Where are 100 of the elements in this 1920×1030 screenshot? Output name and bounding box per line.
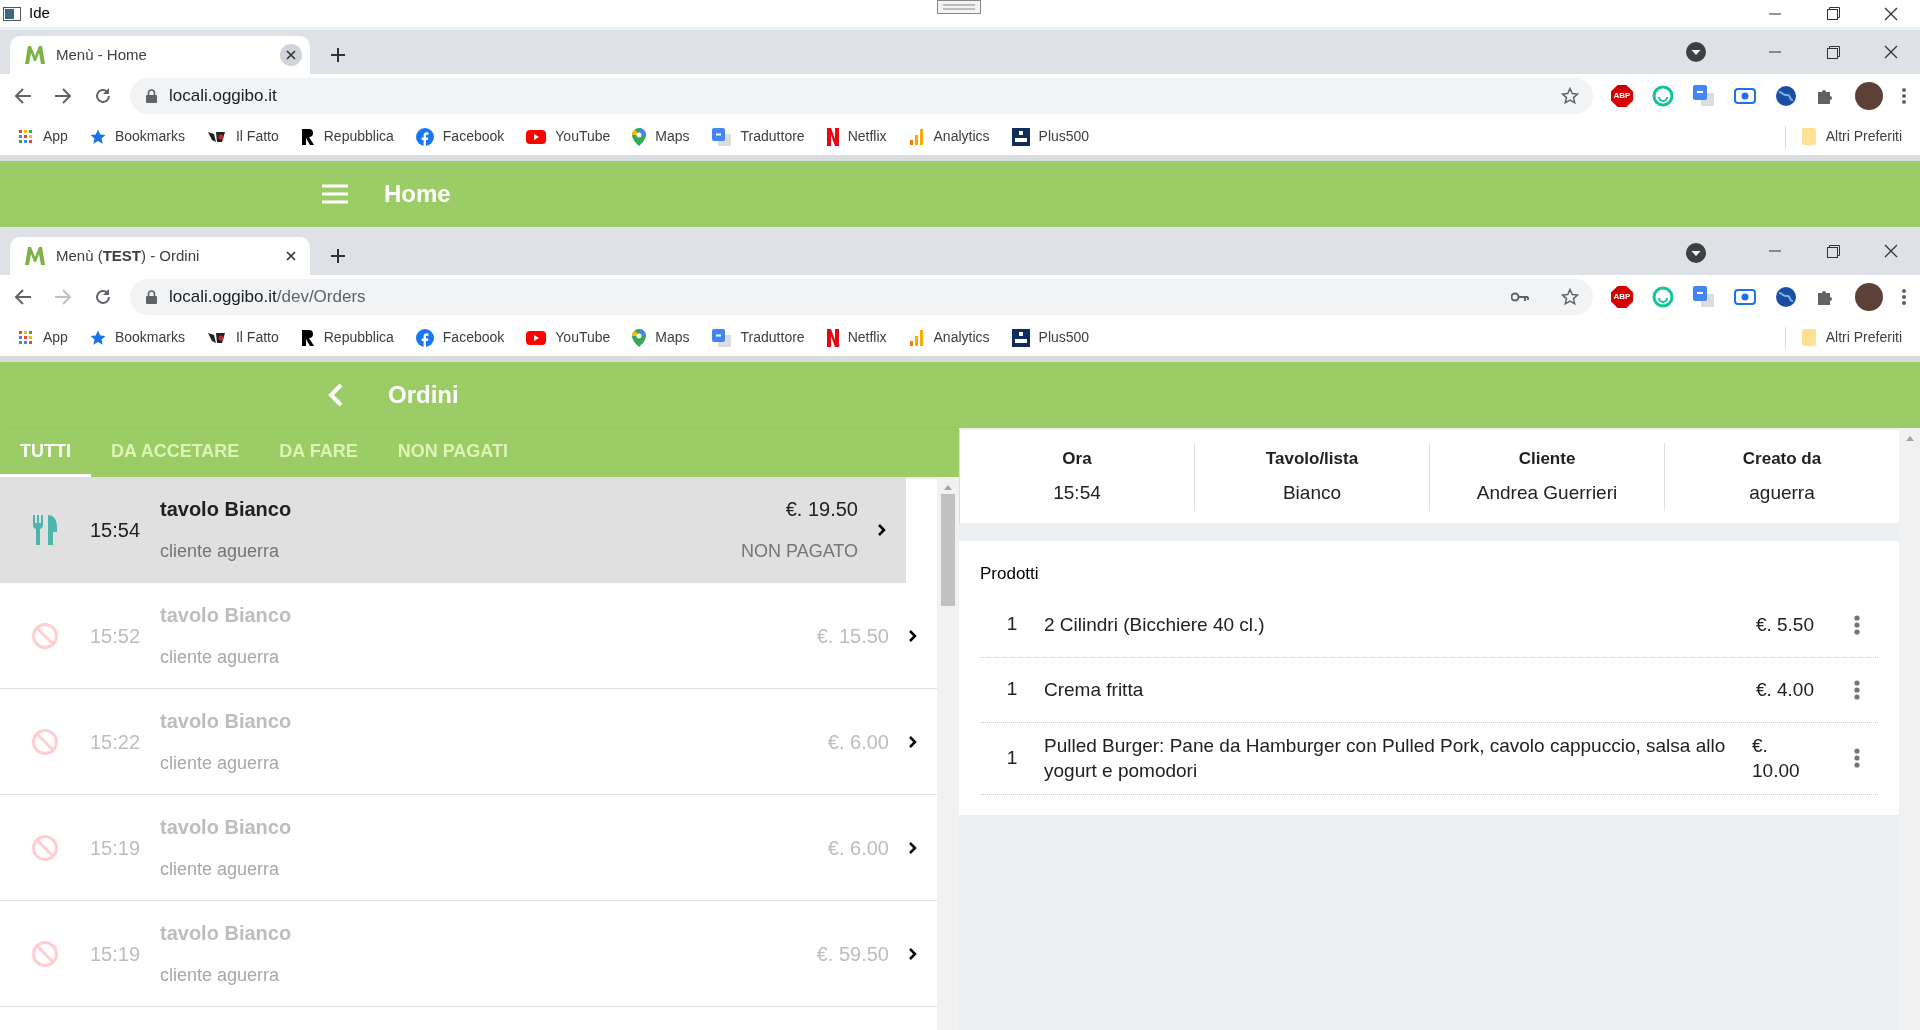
bookmark-link[interactable]: Repubblica — [300, 126, 394, 147]
order-row[interactable]: 15:54 tavolo Bianco cliente aguerra €. 19.50 NON PAGATO — [0, 477, 906, 583]
product-price: €. 4.00 — [1755, 677, 1814, 702]
page-scrollbar[interactable] — [1899, 428, 1920, 1030]
chevron-right-icon[interactable] — [878, 523, 886, 536]
bookmark-link[interactable]: Netflix — [826, 126, 887, 147]
globe-icon[interactable] — [1775, 85, 1797, 107]
order-customer: cliente aguerra — [160, 752, 281, 775]
bookmark-link[interactable]: Maps — [632, 126, 690, 147]
bookmark-link[interactable]: Bookmarks — [89, 327, 185, 348]
browser-tab[interactable]: Menù (TEST) - Ordini — [10, 237, 310, 275]
screenshot-extension-icon[interactable] — [1734, 288, 1756, 306]
bookmark-folder[interactable]: Altri Preferiti — [1801, 126, 1902, 147]
order-total: €. 6.00 — [827, 835, 889, 861]
bookmark-link[interactable]: Analytics — [908, 126, 990, 147]
more-vertical-icon[interactable] — [1902, 88, 1906, 104]
avatar[interactable] — [1855, 283, 1883, 311]
apps-grid-icon — [18, 128, 34, 145]
order-table: tavolo Bianco — [160, 494, 741, 524]
scrollbar[interactable] — [937, 477, 959, 1030]
field-value: Andrea Guerrieri — [1476, 481, 1618, 505]
bookmark-link[interactable]: Plus500 — [1011, 126, 1090, 147]
tab-search-icon[interactable] — [1686, 42, 1706, 62]
bookmark-link[interactable]: Repubblica — [300, 327, 394, 348]
bookmark-link[interactable]: Facebook — [415, 327, 505, 348]
forward-arrow-icon[interactable] — [54, 87, 72, 105]
translate-icon — [711, 328, 732, 347]
bookmark-link[interactable]: Maps — [632, 327, 690, 348]
url-text: locali.oggibo.it/dev/Orders — [169, 286, 367, 309]
star-icon — [89, 329, 106, 346]
star-outline-icon[interactable] — [1561, 87, 1579, 105]
chevron-right-icon[interactable] — [909, 629, 917, 642]
adblock-extension-icon[interactable]: ABP — [1611, 85, 1633, 107]
lock-icon — [146, 290, 157, 304]
more-vertical-icon[interactable] — [1902, 289, 1906, 305]
products-heading: Prodotti — [980, 563, 1039, 585]
m-logo-icon — [24, 246, 46, 266]
more-vertical-icon[interactable] — [1854, 614, 1860, 635]
bookmark-link[interactable]: Bookmarks — [89, 126, 185, 147]
bookmark-folder[interactable]: Altri Preferiti — [1801, 327, 1902, 348]
bookmark-link[interactable]: Traduttore — [711, 327, 805, 348]
chevron-right-icon[interactable] — [909, 841, 917, 854]
minimize-icon — [1769, 51, 1781, 53]
globe-icon[interactable] — [1775, 286, 1797, 308]
chevron-right-icon[interactable] — [909, 947, 917, 960]
drag-handle-icon[interactable] — [937, 0, 981, 15]
more-vertical-icon[interactable] — [1854, 679, 1860, 700]
adblock-extension-icon[interactable]: ABP — [1611, 286, 1633, 308]
tab-close-button[interactable] — [280, 44, 302, 66]
order-table: tavolo Bianco — [160, 600, 817, 630]
fork-knife-icon — [32, 514, 58, 545]
bookmark-link[interactable]: YouTube — [526, 327, 611, 348]
logo-icon — [1011, 328, 1030, 347]
order-customer: cliente aguerra — [160, 646, 281, 669]
back-arrow-icon[interactable] — [14, 87, 32, 105]
bookmark-link[interactable]: Traduttore — [711, 126, 805, 147]
reload-icon[interactable] — [94, 288, 112, 306]
translate-icon[interactable] — [1693, 85, 1715, 107]
bookmark-link[interactable]: App — [18, 327, 68, 348]
close-icon — [286, 50, 296, 60]
address-bar[interactable]: locali.oggibo.it/dev/Orders — [130, 279, 1593, 315]
product-price: €. 10.00 — [1752, 733, 1801, 783]
bookmark-link[interactable]: App — [18, 126, 68, 147]
plus-icon — [330, 47, 346, 63]
browser-tab[interactable]: Menù - Home — [10, 36, 310, 74]
address-bar[interactable]: locali.oggibo.it — [130, 78, 1593, 114]
scrollbar-thumb[interactable] — [941, 494, 955, 606]
folder-icon — [1801, 128, 1816, 145]
bar-chart-icon — [908, 329, 925, 346]
chevron-right-icon[interactable] — [909, 735, 917, 748]
more-vertical-icon[interactable] — [1854, 748, 1860, 768]
order-table: tavolo Bianco — [160, 706, 828, 736]
tab-search-icon[interactable] — [1686, 243, 1706, 263]
screenshot-extension-icon[interactable] — [1734, 87, 1756, 105]
bookmark-link[interactable]: Plus500 — [1011, 327, 1090, 348]
bookmark-link[interactable]: Netflix — [826, 327, 887, 348]
bookmark-link[interactable]: Facebook — [415, 126, 505, 147]
key-icon[interactable] — [1511, 292, 1529, 302]
order-time: 15:19 — [90, 835, 142, 861]
restore-icon — [1826, 7, 1840, 20]
bookmark-link[interactable]: YouTube — [526, 126, 611, 147]
reload-icon[interactable] — [94, 87, 112, 105]
order-table: tavolo Bianco — [160, 918, 817, 948]
logo-icon — [1011, 127, 1030, 146]
order-time: 15:54 — [90, 517, 142, 543]
logo-icon — [300, 127, 315, 146]
product-price: €. 5.50 — [1755, 612, 1814, 637]
minimize-icon — [1769, 12, 1781, 15]
back-arrow-icon[interactable] — [14, 288, 32, 306]
bookmark-link[interactable]: Il Fatto — [206, 327, 279, 348]
bookmark-link[interactable]: Il Fatto — [206, 126, 279, 147]
bookmark-link[interactable]: Analytics — [908, 327, 990, 348]
order-total: €. 19.50 — [785, 497, 858, 522]
star-outline-icon[interactable] — [1561, 288, 1579, 306]
netflix-icon — [826, 127, 839, 146]
product-quantity: 1 — [1005, 612, 1019, 637]
avatar[interactable] — [1855, 82, 1883, 110]
minimize-icon — [1769, 250, 1781, 252]
close-icon — [1884, 45, 1898, 59]
translate-icon[interactable] — [1693, 286, 1715, 308]
